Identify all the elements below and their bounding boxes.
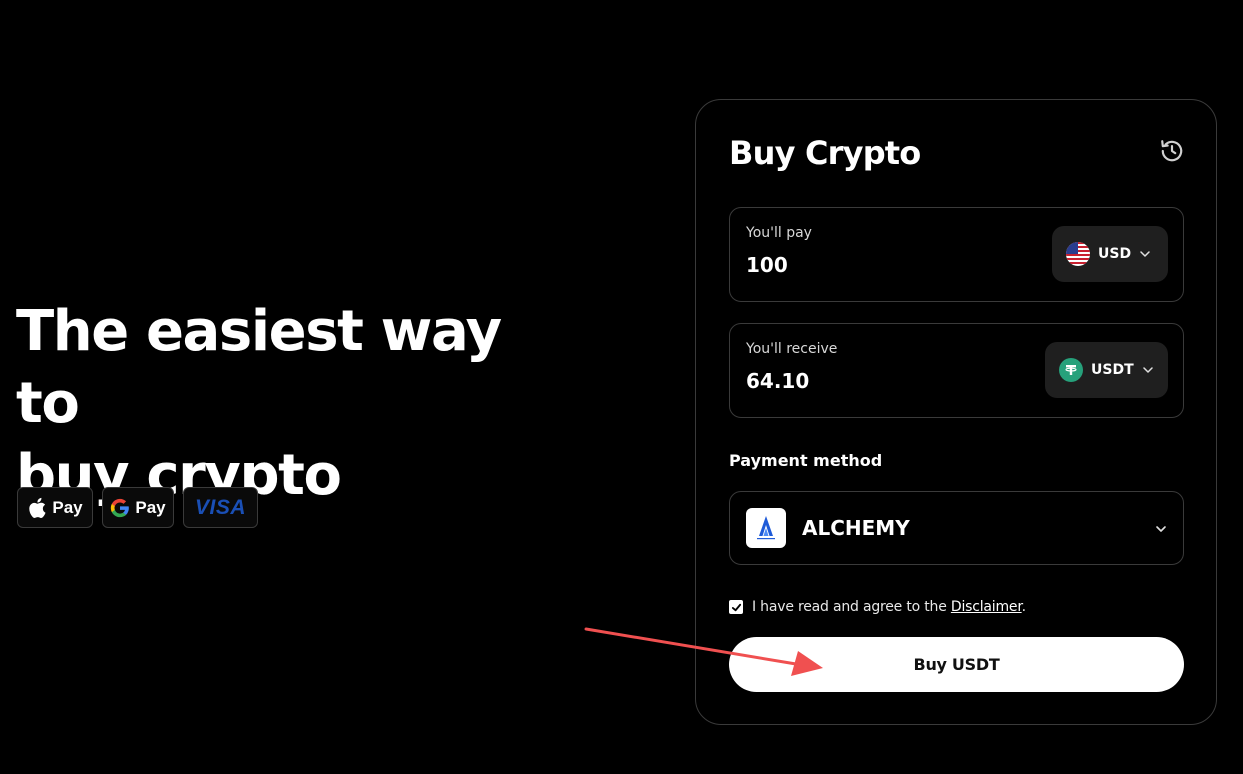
google-pay-badge: Pay [102, 487, 174, 528]
google-pay-label: Pay [135, 497, 166, 517]
hero-title-line1: The easiest way to [16, 299, 502, 436]
receive-amount-input[interactable] [746, 369, 996, 393]
agreement-text: I have read and agree to the [752, 599, 951, 615]
card-title: Buy Crypto [729, 134, 921, 172]
chevron-down-icon [1156, 526, 1166, 532]
pay-currency-code: USD [1098, 246, 1132, 262]
agree-checkbox[interactable] [729, 600, 743, 614]
payment-method-name: ALCHEMY [802, 516, 910, 540]
checkmark-icon [731, 603, 741, 611]
visa-logo: VISA [194, 495, 246, 519]
receive-label: You'll receive [746, 341, 838, 357]
disclaimer-link[interactable]: Disclaimer [951, 599, 1022, 615]
payment-method-select[interactable]: ALCHEMY [729, 491, 1184, 565]
pay-amount-input[interactable] [746, 253, 996, 277]
receive-currency-select[interactable]: USDT [1045, 342, 1168, 398]
agreement-text-end: . [1021, 599, 1026, 615]
history-button[interactable] [1159, 138, 1185, 164]
apple-pay-label: Pay [52, 497, 83, 517]
apple-icon [29, 497, 46, 518]
pay-label: You'll pay [746, 225, 812, 241]
us-flag-icon [1066, 242, 1090, 266]
tether-icon [1059, 358, 1083, 382]
chevron-down-icon [1142, 367, 1153, 373]
visa-badge: VISA [183, 487, 258, 528]
chevron-down-icon [1140, 251, 1150, 257]
pay-field: You'll pay USD [729, 207, 1184, 302]
buy-usdt-button[interactable]: Buy USDT [729, 637, 1184, 692]
disclaimer-agreement: I have read and agree to the Disclaimer. [729, 599, 1026, 615]
receive-currency-code: USDT [1091, 362, 1134, 378]
hero-title: The easiest way to buy crypto [16, 296, 576, 512]
page: The easiest way to buy crypto Pay Pay VI… [0, 0, 1243, 774]
history-icon [1161, 140, 1183, 162]
payment-method-label: Payment method [729, 451, 883, 470]
payment-badges: Pay Pay VISA [17, 487, 258, 528]
google-icon [111, 498, 130, 517]
receive-field: You'll receive USDT [729, 323, 1184, 418]
buy-crypto-card: Buy Crypto You'll pay 100 USD You'll rec… [695, 99, 1217, 725]
apple-pay-badge: Pay [17, 487, 93, 528]
alchemy-pay-logo [746, 508, 786, 548]
pay-currency-select[interactable]: USD [1052, 226, 1168, 282]
